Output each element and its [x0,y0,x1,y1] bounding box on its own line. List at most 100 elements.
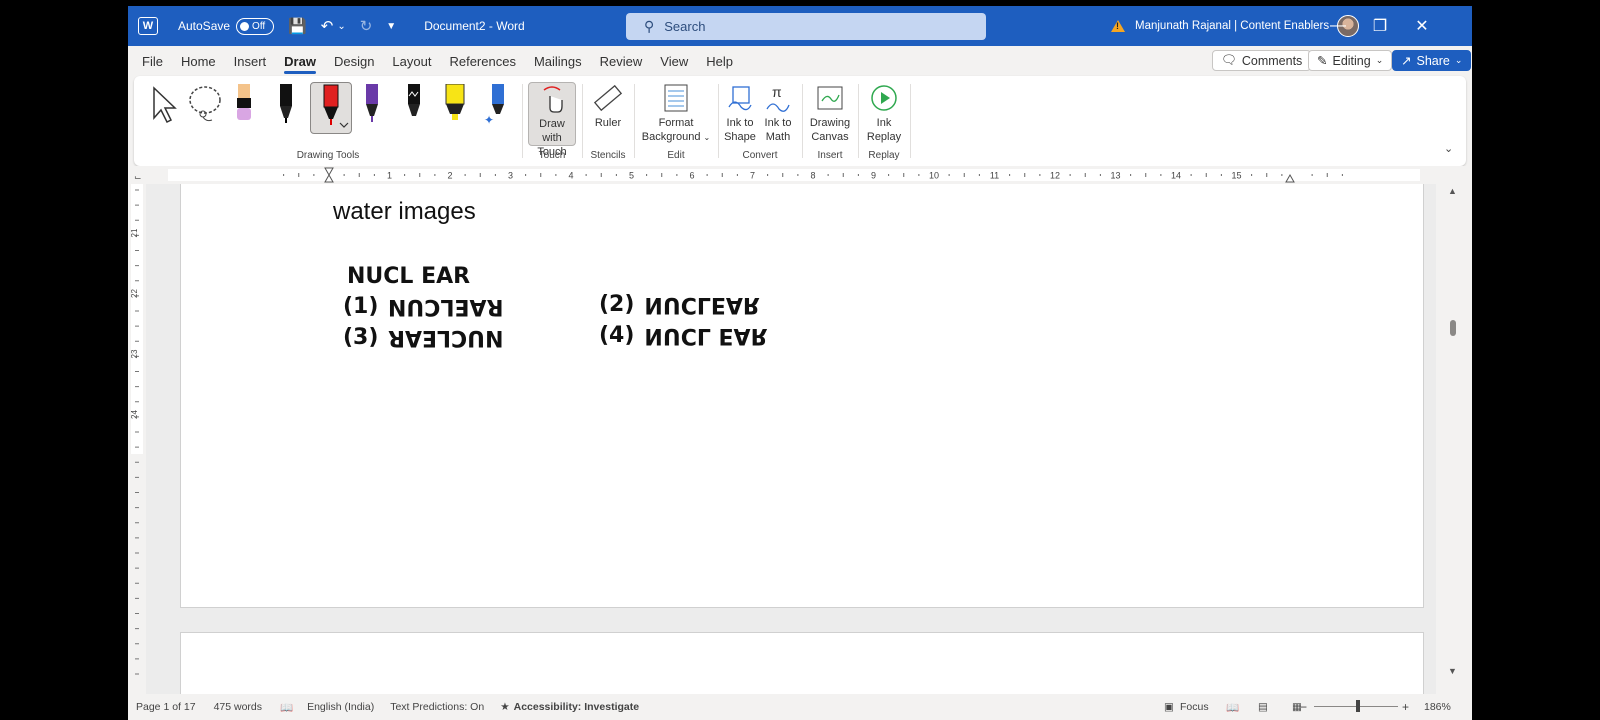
document-title: Document2 - Word [424,19,525,33]
focus-icon[interactable]: ▣ [1164,701,1174,713]
undo-icon[interactable]: ↶ [321,17,334,35]
tab-references[interactable]: References [449,50,515,73]
group-label-touch: Touch [538,150,566,161]
page-count[interactable]: Page 1 of 17 [136,701,196,713]
tab-insert[interactable]: Insert [234,50,267,73]
comments-label: Comments [1241,53,1303,68]
print-layout-icon[interactable]: ▤ [1258,701,1268,713]
svg-text:✦: ✦ [484,113,494,126]
option-1: (1) RAELCUN [343,294,504,319]
search-icon: ⚲ [644,18,655,34]
chevron-down-icon: ⌄ [703,133,711,142]
ruler-number: 13 [1110,171,1120,181]
vertical-ruler[interactable]: 21 22 23 24 [128,184,146,694]
zoom-slider-knob[interactable] [1356,700,1360,712]
tab-file[interactable]: File [142,50,163,73]
ink-to-shape-button[interactable]: Ink to Shape [722,82,758,144]
scrollbar-thumb[interactable] [1450,320,1456,336]
editing-mode-button[interactable]: ✎ Editing ⌄ [1308,50,1393,71]
proofing-icon[interactable]: 📖 [280,701,293,714]
title-bar: W AutoSave Off 💾 ↶ ⌄ ↻ ▼ Document2 - Wor… [128,6,1472,46]
select-arrow-icon[interactable] [148,84,178,124]
tab-draw[interactable]: Draw [284,50,316,74]
editing-label: Editing [1332,53,1371,68]
tab-home[interactable]: Home [181,50,216,73]
ruler-number: 6 [689,171,694,181]
drawing-canvas-button[interactable]: Drawing Canvas [806,82,854,144]
ruler-label: Ruler [594,117,622,129]
pen-sparkle-icon[interactable]: ✦ [482,84,510,126]
document-page-next[interactable] [180,632,1424,702]
ink-to-math-line2: Math [765,131,791,143]
horizontal-ruler[interactable]: ⌙ 1 2 3 4 5 6 7 8 9 10 11 12 13 14 15 [128,166,1472,184]
comment-icon: 🗨 [1221,53,1237,67]
save-icon[interactable]: 💾 [288,17,307,35]
lasso-icon[interactable] [186,84,224,124]
ink-to-math-button[interactable]: π Ink to Math [760,82,796,144]
document-canvas[interactable]: water images NUCL EAR (1) RAELCUN (2) NUCL… [146,184,1436,702]
ruler-number: 1 [387,171,392,181]
ruler-number: 4 [568,171,573,181]
group-separator [634,84,635,158]
draw-with-touch-line1: Draw with [539,118,565,144]
share-label: Share [1416,53,1450,68]
ink-replay-line1: Ink [876,117,892,129]
zoom-in-icon[interactable]: + [1402,700,1409,714]
ink-to-math-line1: Ink to [764,117,792,129]
drawing-canvas-line1: Drawing [809,117,851,129]
warning-icon [1111,20,1125,32]
option-3-number: (3) [343,325,379,350]
restore-button[interactable]: ❐ [1360,6,1400,46]
share-button[interactable]: ↗ Share ⌄ [1392,50,1472,71]
autosave-toggle[interactable]: Off [236,17,275,35]
document-page[interactable]: water images NUCL EAR (1) RAELCUN (2) NUCL… [180,184,1424,608]
drawing-canvas-line2: Canvas [811,131,849,143]
search-box[interactable]: ⚲ Search [626,13,986,40]
user-name: Manjunath Rajanal | Content Enablers [1135,20,1330,32]
language-status[interactable]: English (India) [307,701,374,713]
ink-replay-button[interactable]: Ink Replay [862,82,906,144]
pen-red-selected[interactable] [310,82,352,134]
pen-galaxy-icon[interactable] [400,84,428,126]
tab-mailings[interactable]: Mailings [534,50,582,73]
group-label-replay: Replay [868,150,900,161]
word-logo-icon: W [138,17,158,35]
pencil-icon[interactable] [230,84,258,126]
tab-view[interactable]: View [660,50,688,73]
redo-icon[interactable]: ↻ [360,17,373,35]
collapse-ribbon-icon[interactable]: ⌄ [1444,142,1453,155]
tab-design[interactable]: Design [334,50,374,73]
vertical-scrollbar[interactable]: ▲ ▼ [1436,184,1472,694]
undo-dropdown-icon[interactable]: ⌄ [337,21,345,32]
text-predictions-status[interactable]: Text Predictions: On [390,701,484,713]
tab-selector-icon[interactable]: ⌙ [134,172,142,182]
draw-with-touch-button[interactable]: Draw with Touch [528,82,576,158]
scroll-up-icon[interactable]: ▲ [1448,186,1457,196]
group-separator [522,84,523,158]
read-mode-icon[interactable]: 📖 [1226,701,1239,714]
ruler-button[interactable]: Ruler [588,82,628,130]
accessibility-status[interactable]: Accessibility: Investigate [514,701,639,713]
minimize-button[interactable]: — [1318,6,1358,46]
pen-black-icon[interactable] [272,84,300,126]
comments-button[interactable]: 🗨 Comments [1212,50,1312,71]
customize-qat-icon[interactable]: ▼ [386,21,396,32]
tab-help[interactable]: Help [706,50,733,73]
format-background-button[interactable]: Format Background ⌄ [640,82,712,145]
highlighter-yellow-icon[interactable] [440,84,470,126]
scroll-down-icon[interactable]: ▼ [1448,666,1457,676]
close-button[interactable]: ✕ [1402,6,1442,46]
zoom-out-icon[interactable]: − [1300,700,1307,714]
ink-to-math-icon: π [766,84,790,112]
word-count[interactable]: 475 words [214,701,262,713]
tab-review[interactable]: Review [600,50,643,73]
tab-layout[interactable]: Layout [392,50,431,73]
status-bar: Page 1 of 17 475 words 📖 English (India)… [128,694,1472,720]
zoom-level[interactable]: 186% [1424,701,1451,713]
pen-purple-icon[interactable] [358,84,386,126]
option-3: (3) NUCLEAR [343,325,504,350]
focus-button[interactable]: Focus [1180,701,1209,713]
ink-replay-line2: Replay [866,131,902,143]
vertical-ruler-number: 24 [130,410,139,419]
ruler-number: 12 [1050,171,1060,181]
